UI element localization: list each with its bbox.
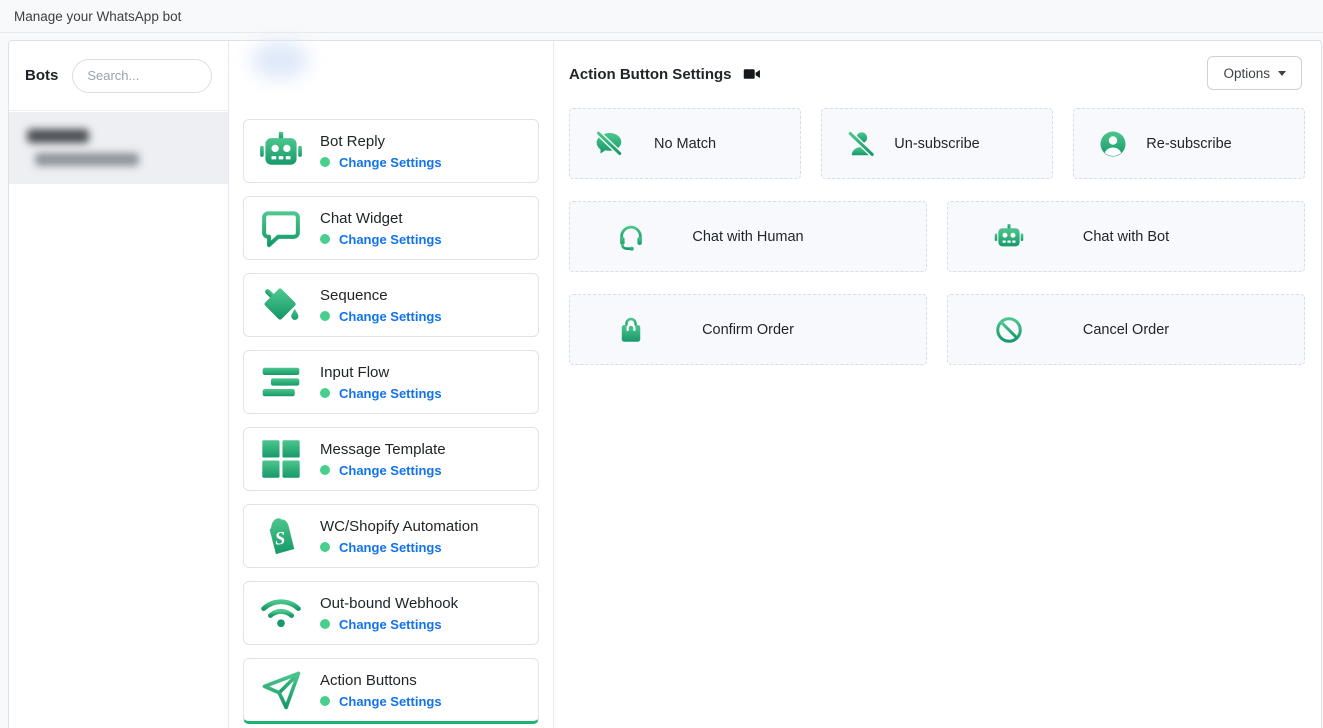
options-button-label: Options xyxy=(1223,66,1270,81)
action-tile-label: Chat with Bot xyxy=(948,229,1304,245)
chat-bubble-icon xyxy=(259,206,303,250)
action-tile-chat-with-human[interactable]: Chat with Human xyxy=(569,201,927,272)
wifi-icon xyxy=(259,591,303,635)
settings-menu-list: Bot Reply Change Settings Chat Widget Ch… xyxy=(243,119,539,728)
change-settings-link[interactable]: Change Settings xyxy=(339,232,442,247)
change-settings-link[interactable]: Change Settings xyxy=(339,540,442,555)
action-tile-cancel-order[interactable]: Cancel Order xyxy=(947,294,1305,365)
menu-item-label: Input Flow xyxy=(320,364,442,381)
main-card: Bots Bot Reply Change Settings xyxy=(8,40,1322,728)
paint-fill-icon xyxy=(259,283,303,327)
menu-item-label: Out-bound Webhook xyxy=(320,595,458,612)
bot-search-input[interactable] xyxy=(72,59,212,93)
redacted-bot-name xyxy=(27,129,89,143)
menu-item-label: Chat Widget xyxy=(320,210,442,227)
status-dot xyxy=(320,619,330,629)
action-button-settings-panel: Action Button Settings Options No Match … xyxy=(554,41,1321,728)
status-dot xyxy=(320,234,330,244)
blurred-profile-blob xyxy=(251,41,309,79)
status-dot xyxy=(320,696,330,706)
paper-plane-icon xyxy=(259,668,303,712)
menu-card-input-flow[interactable]: Input Flow Change Settings xyxy=(243,350,539,414)
action-tile-chat-with-bot[interactable]: Chat with Bot xyxy=(947,201,1305,272)
settings-menu-column: Bot Reply Change Settings Chat Widget Ch… xyxy=(229,41,554,728)
action-tile-label: Confirm Order xyxy=(570,322,926,338)
change-settings-link[interactable]: Change Settings xyxy=(339,386,442,401)
menu-card-bot-reply[interactable]: Bot Reply Change Settings xyxy=(243,119,539,183)
chevron-down-icon xyxy=(1278,71,1286,76)
menu-card-chat-widget[interactable]: Chat Widget Change Settings xyxy=(243,196,539,260)
action-tile-re-subscribe[interactable]: Re-subscribe xyxy=(1073,108,1305,179)
action-tile-label: Chat with Human xyxy=(570,229,926,245)
action-panel-title: Action Button Settings xyxy=(569,66,731,83)
change-settings-link[interactable]: Change Settings xyxy=(339,694,442,709)
list-bars-icon xyxy=(259,360,303,404)
svg-text:S: S xyxy=(274,528,286,549)
action-tile-label: Re-subscribe xyxy=(1074,136,1304,152)
menu-item-label: Sequence xyxy=(320,287,442,304)
menu-item-label: WC/Shopify Automation xyxy=(320,518,478,535)
selected-bot-list-item[interactable] xyxy=(9,112,228,184)
options-dropdown-button[interactable]: Options xyxy=(1207,56,1302,90)
menu-card-message-template[interactable]: Message Template Change Settings xyxy=(243,427,539,491)
bots-heading: Bots xyxy=(25,67,58,84)
status-dot xyxy=(320,465,330,475)
action-tile-label: Cancel Order xyxy=(948,322,1304,338)
status-dot xyxy=(320,388,330,398)
status-dot xyxy=(320,311,330,321)
menu-card-action-buttons[interactable]: Action Buttons Change Settings xyxy=(243,658,539,724)
menu-item-label: Message Template xyxy=(320,441,446,458)
change-settings-link[interactable]: Change Settings xyxy=(339,155,442,170)
menu-card-wc-shopify[interactable]: S WC/Shopify Automation Change Settings xyxy=(243,504,539,568)
video-camera-icon[interactable] xyxy=(743,65,761,83)
change-settings-link[interactable]: Change Settings xyxy=(339,463,442,478)
menu-item-label: Action Buttons xyxy=(320,672,442,689)
status-dot xyxy=(320,157,330,167)
action-tile-un-subscribe[interactable]: Un-subscribe xyxy=(821,108,1053,179)
menu-item-label: Bot Reply xyxy=(320,133,442,150)
grid-squares-icon xyxy=(259,437,303,481)
bots-sidebar-header: Bots xyxy=(9,41,228,111)
action-tile-label: No Match xyxy=(570,136,800,152)
action-tile-label: Un-subscribe xyxy=(822,136,1052,152)
redacted-bot-phone xyxy=(35,153,139,166)
action-tile-no-match[interactable]: No Match xyxy=(569,108,801,179)
shopify-bag-icon: S xyxy=(259,514,303,558)
change-settings-link[interactable]: Change Settings xyxy=(339,309,442,324)
menu-card-sequence[interactable]: Sequence Change Settings xyxy=(243,273,539,337)
robot-icon xyxy=(259,129,303,173)
status-dot xyxy=(320,542,330,552)
bots-sidebar: Bots xyxy=(9,41,229,728)
action-tile-confirm-order[interactable]: Confirm Order xyxy=(569,294,927,365)
page-title: Manage your WhatsApp bot xyxy=(14,9,181,24)
menu-card-outbound-webhook[interactable]: Out-bound Webhook Change Settings xyxy=(243,581,539,645)
top-bar: Manage your WhatsApp bot xyxy=(0,0,1323,33)
change-settings-link[interactable]: Change Settings xyxy=(339,617,442,632)
